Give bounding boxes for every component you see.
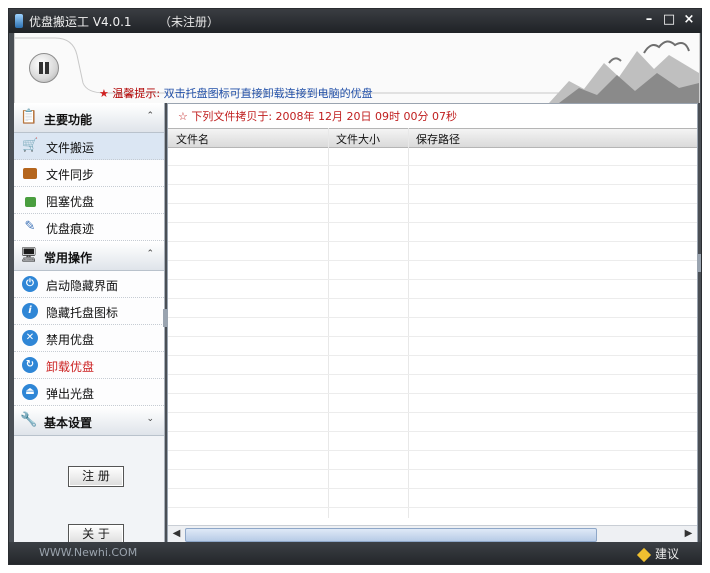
power-icon: ⏻ [22,276,38,292]
star-icon: ★ [99,87,109,100]
website-label: WWW.Newhi.COM [39,546,138,559]
header-banner: ★ 温馨提示: 双击托盘图标可直接卸载连接到电脑的优盘 [14,33,700,103]
app-icon [15,14,23,28]
scroll-left-arrow-icon[interactable]: ◀ [169,527,184,541]
refresh-icon: ↻ [22,357,38,373]
group-title: 常用操作 [44,251,93,265]
tools-icon: 🔧 [20,412,38,428]
info-icon: i [22,303,38,319]
sidebar-item-file-sync[interactable]: 文件同步 [14,160,164,187]
sidebar-item-label: 文件同步 [46,168,95,182]
sidebar-item-usb-traces[interactable]: ✎ 优盘痕迹 [14,214,164,241]
landscape-painting-image [549,40,699,103]
suggestion-label: 建议 [654,547,679,561]
sidebar: 📋 主要功能 ⌃ 🛒 文件搬运 文件同步 阻塞优盘 ✎ 优盘痕迹 🖥 常用操作 … [14,103,165,545]
suggestion-link[interactable]: 建议 [636,545,679,562]
horizontal-scrollbar[interactable]: ◀ ▶ [168,525,697,543]
chevron-up-icon[interactable]: ⌃ [146,111,154,121]
group-header-main-functions[interactable]: 📋 主要功能 ⌃ [14,103,164,133]
sidebar-item-label: 启动隐藏界面 [46,279,119,293]
disable-icon: ✕ [22,330,38,346]
sidebar-item-file-transfer[interactable]: 🛒 文件搬运 [14,133,164,160]
sidebar-item-unmount-usb[interactable]: ↻ 卸载优盘 [14,352,164,379]
scrollbar-thumb[interactable] [185,528,597,542]
group-header-basic-settings[interactable]: 🔧 基本设置 ⌄ [14,406,164,436]
sidebar-item-label: 隐藏托盘图标 [46,306,119,320]
clipboard-icon: 📋 [20,109,38,125]
tip-banner: ★ 温馨提示: 双击托盘图标可直接卸载连接到电脑的优盘 [99,85,373,101]
lock-icon [22,192,38,208]
sidebar-item-disable-usb[interactable]: ✕ 禁用优盘 [14,325,164,352]
sidebar-item-label: 文件搬运 [46,141,95,155]
tip-message: 双击托盘图标可直接卸载连接到电脑的优盘 [163,87,373,100]
title-bar[interactable]: 优盘搬运工 V4.0.1 （未注册） – □ × [9,9,701,33]
cart-icon: 🛒 [22,138,39,153]
diamond-icon [636,547,652,562]
table-header: 文件名 文件大小 保存路径 [168,128,697,148]
file-list-panel: ☆ 下列文件拷贝于: 2008年 12月 20日 09时 00分 07秒 文件名… [167,103,698,544]
group-title: 主要功能 [44,113,93,127]
pause-button[interactable] [29,53,59,83]
copy-time-label: ☆ 下列文件拷贝于: 2008年 12月 20日 09时 00分 07秒 [178,110,458,123]
maximize-button[interactable]: □ [661,12,677,28]
chevron-down-icon[interactable]: ⌄ [146,414,154,424]
tip-label: 温馨提示: [112,87,161,100]
sidebar-item-start-hidden[interactable]: ⏻ 启动隐藏界面 [14,271,164,298]
column-header-savepath[interactable]: 保存路径 [416,131,460,147]
sidebar-item-label: 弹出光盘 [46,387,95,401]
scroll-right-arrow-icon[interactable]: ▶ [681,527,696,541]
sidebar-item-hide-tray-icon[interactable]: i 隐藏托盘图标 [14,298,164,325]
file-table-body[interactable] [168,147,697,518]
eject-icon: ⏏ [22,384,38,400]
column-header-filename[interactable]: 文件名 [176,131,209,147]
briefcase-icon [22,165,38,181]
group-title: 基本设置 [44,416,93,430]
sidebar-item-eject-disc[interactable]: ⏏ 弹出光盘 [14,379,164,406]
close-button[interactable]: × [681,12,697,28]
minimize-button[interactable]: – [641,12,657,28]
sidebar-item-label: 优盘痕迹 [46,222,95,236]
register-button[interactable]: 注 册 [68,466,124,487]
status-bar: WWW.Newhi.COM 建议 [9,542,701,564]
window-title: 优盘搬运工 V4.0.1 [29,15,132,29]
app-window: 优盘搬运工 V4.0.1 （未注册） – □ × ★ 温馨提示: 双击托盘图标可… [8,8,702,565]
registration-status: （未注册） [159,15,220,29]
sidebar-item-block-usb[interactable]: 阻塞优盘 [14,187,164,214]
computer-icon: 🖥 [20,247,38,263]
column-header-filesize[interactable]: 文件大小 [336,131,380,147]
sidebar-item-label: 阻塞优盘 [46,195,95,209]
broom-icon: ✎ [24,219,36,234]
chevron-up-icon[interactable]: ⌃ [146,249,154,259]
group-header-common-operations[interactable]: 🖥 常用操作 ⌃ [14,241,164,271]
sidebar-item-label: 禁用优盘 [46,333,95,347]
sidebar-item-label: 卸载优盘 [46,360,95,374]
